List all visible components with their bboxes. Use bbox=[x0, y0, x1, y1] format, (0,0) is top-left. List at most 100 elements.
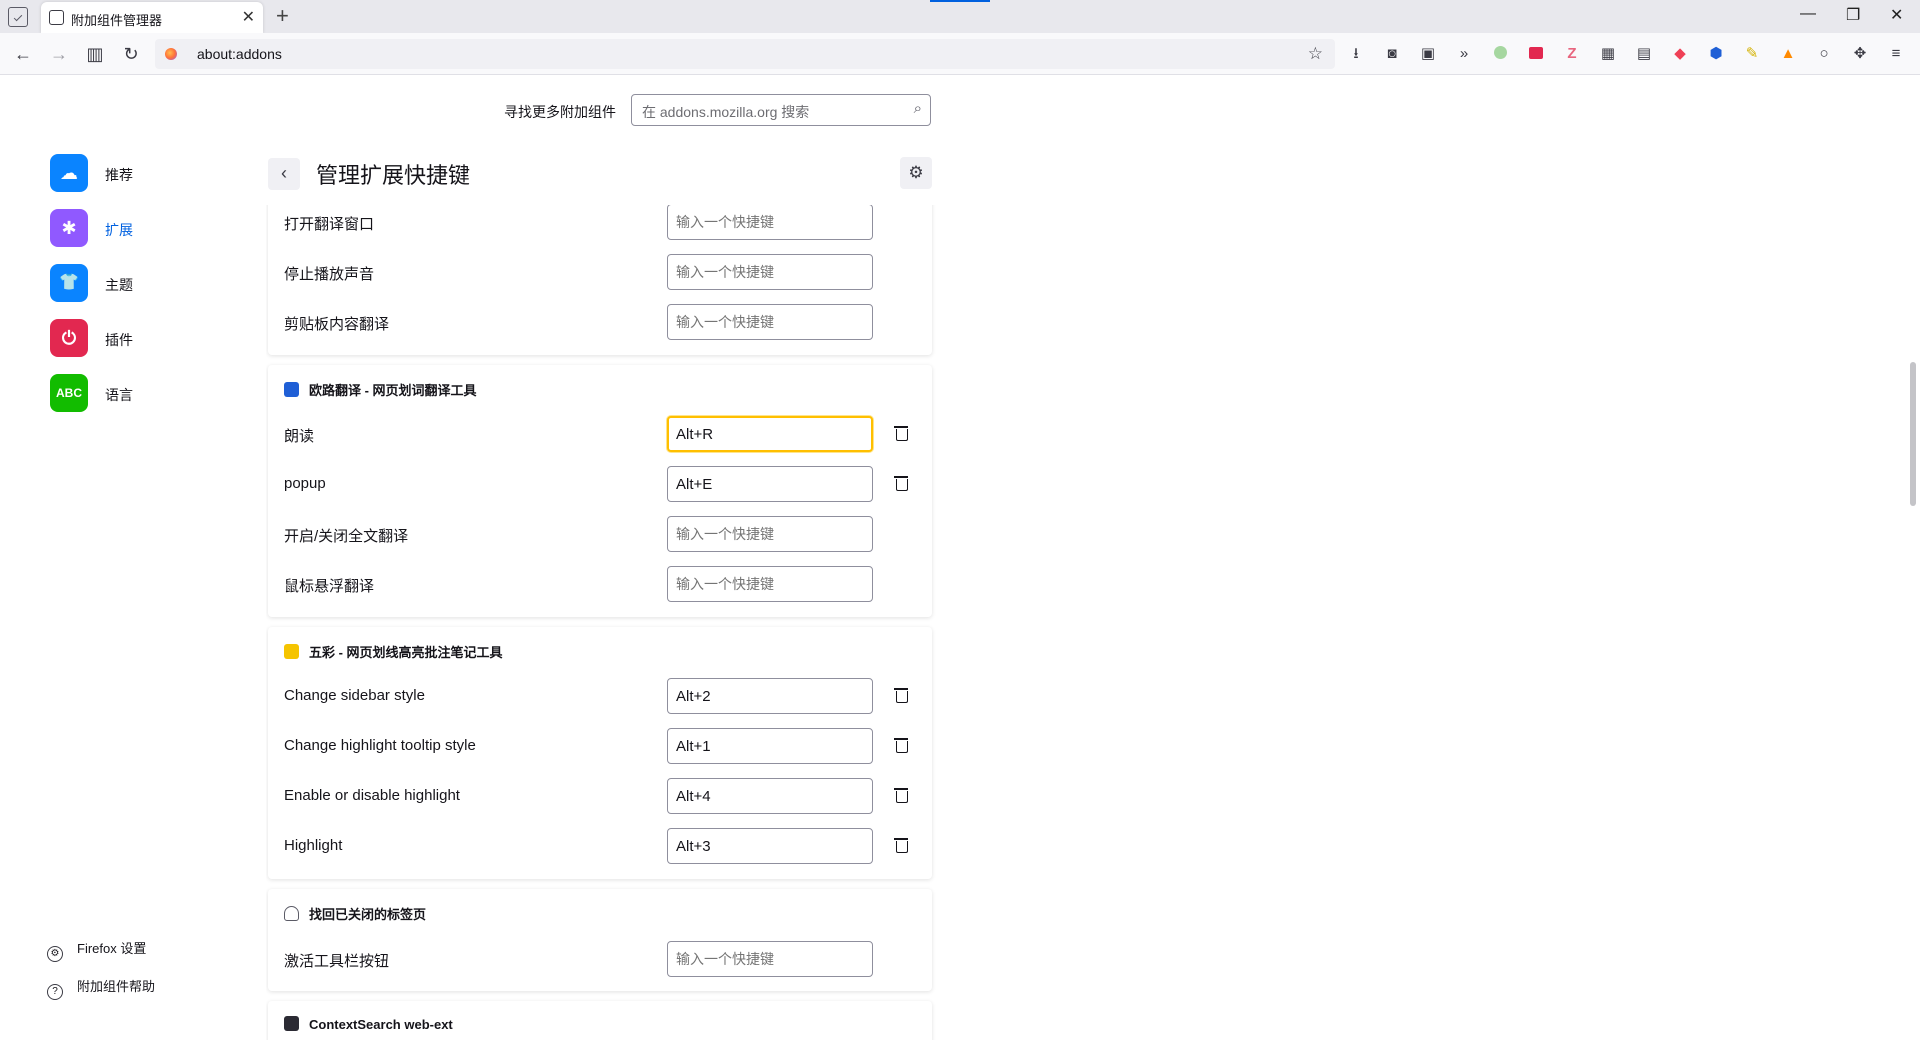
shortcut-label: 朗读 bbox=[284, 428, 315, 445]
shortcut-label: Highlight bbox=[284, 837, 343, 854]
url-text[interactable]: about:addons bbox=[197, 46, 282, 62]
forward-icon[interactable]: → bbox=[47, 42, 71, 66]
url-bar[interactable]: about:addons ☆ bbox=[155, 39, 1335, 69]
shortcut-row: Highlight bbox=[284, 828, 924, 864]
extension-badge-icon[interactable]: ▲ bbox=[1778, 44, 1798, 64]
extension-green-icon[interactable] bbox=[1490, 44, 1510, 64]
page-scrollbar[interactable] bbox=[1906, 75, 1920, 1040]
screenshot-icon[interactable]: ◙ bbox=[1382, 44, 1402, 64]
shortcut-input[interactable] bbox=[667, 678, 873, 714]
minimize-button[interactable]: — bbox=[1800, 5, 1816, 23]
tab-close-icon[interactable]: ✕ bbox=[242, 7, 255, 27]
shortcut-row: 朗读 bbox=[284, 416, 924, 452]
extension-red-icon[interactable] bbox=[1526, 44, 1546, 64]
sidebar-item-themes[interactable]: 👕 主题 bbox=[50, 262, 220, 302]
extension-box-icon[interactable]: ▤ bbox=[1634, 44, 1654, 64]
sidebar-toggle-icon[interactable]: ▥ bbox=[83, 42, 107, 66]
sidebar-item-label: 扩展 bbox=[105, 222, 133, 238]
person-icon bbox=[284, 906, 299, 921]
shortcut-label: 剪贴板内容翻译 bbox=[284, 316, 390, 333]
tools-menu-button[interactable]: ⚙ bbox=[900, 157, 932, 189]
bookmark-star-icon[interactable]: ☆ bbox=[1308, 44, 1323, 64]
reload-icon[interactable]: ↻ bbox=[119, 42, 143, 66]
shortcut-label: popup bbox=[284, 475, 326, 492]
trash-icon[interactable] bbox=[894, 686, 908, 703]
find-more-label: 寻找更多附加组件 bbox=[504, 104, 616, 120]
shortcut-row: Change sidebar style bbox=[284, 678, 924, 714]
zotero-icon[interactable]: Z bbox=[1562, 44, 1582, 64]
back-button[interactable]: ‹ bbox=[268, 158, 300, 190]
back-icon[interactable]: ← bbox=[11, 42, 35, 66]
apps-grid-icon[interactable]: ▦ bbox=[1598, 44, 1618, 64]
trash-icon[interactable] bbox=[894, 474, 908, 491]
sidebar-item-extensions[interactable]: ✱ 扩展 bbox=[50, 207, 220, 247]
gear-icon: ⚙ bbox=[908, 163, 924, 182]
list-all-tabs-icon[interactable] bbox=[8, 7, 28, 27]
addons-search-input[interactable]: 在 addons.mozilla.org 搜索 ⌕ bbox=[631, 94, 931, 126]
sidebar-item-label: 语言 bbox=[105, 387, 133, 403]
extensions-icon: ✱ bbox=[50, 209, 88, 247]
shortcut-input[interactable] bbox=[667, 728, 873, 764]
shortcut-input[interactable] bbox=[667, 254, 873, 290]
extensions-puzzle-icon[interactable]: ✥ bbox=[1850, 44, 1870, 64]
languages-icon: ABC bbox=[50, 374, 88, 412]
shortcut-row: 打开翻译窗口 bbox=[284, 205, 924, 240]
sidebar-item-languages[interactable]: ABC 语言 bbox=[50, 372, 220, 412]
trash-icon[interactable] bbox=[894, 736, 908, 753]
new-tab-button[interactable]: + bbox=[276, 3, 289, 29]
shortcut-input[interactable] bbox=[667, 304, 873, 340]
shortcut-label: 打开翻译窗口 bbox=[284, 216, 375, 233]
eudic-toolbar-icon[interactable]: ⬢ bbox=[1706, 44, 1726, 64]
account-circle-icon[interactable]: ○ bbox=[1814, 44, 1834, 64]
eudic-icon bbox=[284, 382, 299, 397]
close-window-button[interactable]: ✕ bbox=[1890, 5, 1903, 25]
gear-icon: ⚙ bbox=[47, 946, 63, 962]
shortcut-input[interactable] bbox=[667, 566, 873, 602]
shortcut-row: Enable or disable highlight bbox=[284, 778, 924, 814]
trash-icon[interactable] bbox=[894, 836, 908, 853]
overflow-chevrons-icon[interactable]: » bbox=[1454, 44, 1474, 64]
trash-icon[interactable] bbox=[894, 424, 908, 441]
sidebar-item-plugins[interactable]: ⏻ 插件 bbox=[50, 317, 220, 357]
card-heading: 找回已关闭的标签页 bbox=[284, 904, 426, 923]
shortcut-card: 打开翻译窗口 停止播放声音 剪贴板内容翻译 bbox=[268, 205, 932, 355]
scrollbar-thumb[interactable] bbox=[1910, 362, 1916, 506]
tab-addons-manager[interactable]: 附加组件管理器 ✕ bbox=[41, 2, 263, 33]
sidebar-item-recommended[interactable]: ☁ 推荐 bbox=[50, 152, 220, 192]
shortcut-row: 停止播放声音 bbox=[284, 254, 924, 290]
shortcut-row: popup bbox=[284, 466, 924, 502]
shortcut-label: 激活工具栏按钮 bbox=[284, 953, 390, 970]
shortcut-card-contextsearch: ContextSearch web-ext bbox=[268, 1001, 932, 1040]
addons-help-label: 附加组件帮助 bbox=[77, 979, 156, 994]
themes-icon: 👕 bbox=[50, 264, 88, 302]
tab-title: 附加组件管理器 bbox=[71, 13, 163, 28]
shortcut-input[interactable] bbox=[667, 516, 873, 552]
addons-help-link[interactable]: ? 附加组件帮助 bbox=[47, 976, 155, 1000]
shortcut-input[interactable] bbox=[667, 778, 873, 814]
pocket-icon[interactable]: ◆ bbox=[1670, 44, 1690, 64]
card-heading: ContextSearch web-ext bbox=[284, 1016, 453, 1032]
shortcut-label: 停止播放声音 bbox=[284, 266, 375, 283]
page-title: 管理扩展快捷键 bbox=[316, 163, 471, 188]
card-heading: 欧路翻译 - 网页划词翻译工具 bbox=[284, 380, 477, 399]
menu-hamburger-icon[interactable]: ≡ bbox=[1886, 44, 1906, 64]
restore-button[interactable]: ❐ bbox=[1846, 5, 1860, 25]
highlighter-toolbar-icon[interactable]: ✎ bbox=[1742, 44, 1762, 64]
shortcuts-list: 打开翻译窗口 停止播放声音 剪贴板内容翻译 欧路翻译 - 网页划词翻译工具 朗读… bbox=[266, 205, 936, 1040]
firefox-settings-link[interactable]: ⚙ Firefox 设置 bbox=[47, 938, 146, 962]
trash-icon[interactable] bbox=[894, 786, 908, 803]
shortcut-input[interactable] bbox=[667, 416, 873, 452]
shortcut-input[interactable] bbox=[667, 466, 873, 502]
puzzle-icon bbox=[49, 10, 64, 25]
shortcut-row: Change highlight tooltip style bbox=[284, 728, 924, 764]
contextsearch-icon bbox=[284, 1016, 299, 1031]
download-icon[interactable]: ⭳ bbox=[1346, 44, 1366, 64]
shortcut-label: Enable or disable highlight bbox=[284, 787, 460, 804]
save-page-icon[interactable]: ▣ bbox=[1418, 44, 1438, 64]
shortcut-row: 开启/关闭全文翻译 bbox=[284, 516, 924, 552]
shortcut-input[interactable] bbox=[667, 205, 873, 240]
sidebar-item-label: 推荐 bbox=[105, 167, 133, 183]
shortcut-input[interactable] bbox=[667, 941, 873, 977]
shortcut-input[interactable] bbox=[667, 828, 873, 864]
shortcut-label: Change highlight tooltip style bbox=[284, 737, 476, 754]
